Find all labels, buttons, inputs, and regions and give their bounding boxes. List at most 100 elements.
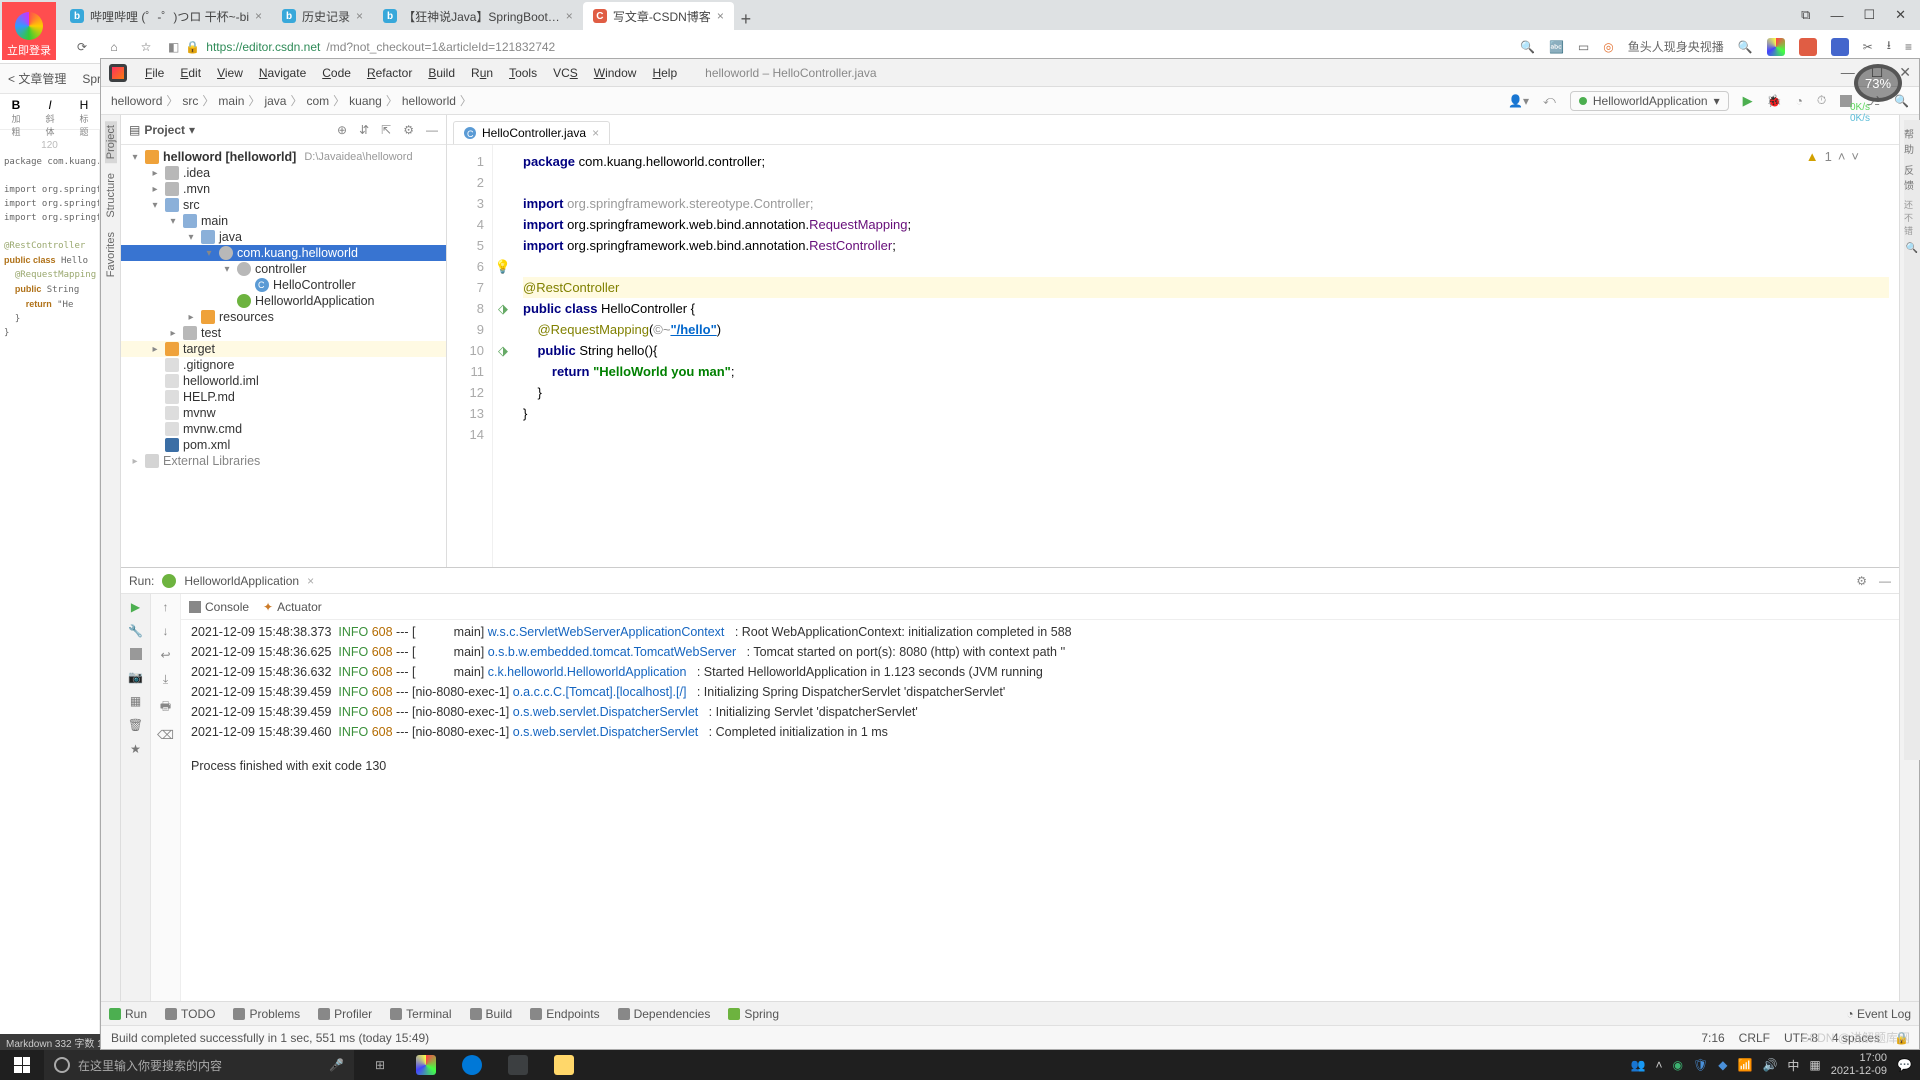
italic-button[interactable]: I斜体 <box>42 98 58 125</box>
toolwin-terminal[interactable]: Terminal <box>390 1007 451 1021</box>
scroll-icon[interactable]: ⤓ <box>163 672 168 687</box>
profiler-button[interactable]: ⏱ <box>1817 93 1826 108</box>
wrap-icon[interactable]: ↩ <box>160 648 170 662</box>
event-log[interactable]: ◔ Event Log <box>1846 1007 1911 1021</box>
add-user-icon[interactable]: 👤▾ <box>1508 94 1529 108</box>
line-sep[interactable]: CRLF <box>1739 1031 1770 1045</box>
menu-run[interactable]: Run <box>463 66 501 80</box>
rail-project[interactable]: Project <box>105 121 117 163</box>
down-icon[interactable]: ↓ <box>163 624 169 638</box>
menu-navigate[interactable]: Navigate <box>251 66 314 80</box>
toolwin-build[interactable]: Build <box>470 1007 513 1021</box>
taskbar-app[interactable] <box>404 1050 448 1080</box>
notifications-icon[interactable]: 💬 <box>1897 1058 1912 1072</box>
run-config-selector[interactable]: HelloworldApplication ▾ <box>1570 91 1729 111</box>
hide-icon[interactable]: — <box>1879 574 1891 588</box>
side-item[interactable]: 反馈 <box>1904 162 1920 192</box>
console-output[interactable]: 2021-12-09 15:48:38.373 INFO 608 --- [ m… <box>181 620 1899 1025</box>
trash-icon[interactable]: 🗑 <box>128 718 143 732</box>
heading-button[interactable]: H标题 <box>76 98 92 125</box>
up-icon[interactable]: ↑ <box>163 600 169 614</box>
url-field[interactable]: ◧ 🔒 https://editor.csdn.net/md?not_check… <box>168 40 1508 54</box>
search-icon[interactable]: 🔍 <box>1738 40 1753 54</box>
close-window-icon[interactable]: ✕ <box>1895 7 1906 23</box>
clear-icon[interactable]: ⌫ <box>157 728 174 742</box>
breadcrumb[interactable]: main <box>218 92 264 109</box>
taskbar-app[interactable] <box>496 1050 540 1080</box>
toolwin-endpoints[interactable]: Endpoints <box>530 1007 599 1021</box>
shield-icon[interactable]: 🛡 <box>1693 1058 1708 1072</box>
coverage-button[interactable]: ◔ <box>1796 94 1803 108</box>
breadcrumb[interactable]: com <box>306 92 349 109</box>
rail-structure[interactable]: Structure <box>105 169 117 222</box>
layout-icon[interactable]: ▦ <box>130 694 141 708</box>
menu-edit[interactable]: Edit <box>172 66 209 80</box>
project-view-selector[interactable]: ▤ Project ▾ <box>129 123 195 137</box>
sync-icon[interactable]: ⤺ <box>1543 93 1556 108</box>
browser-tab-0[interactable]: b哔哩哔哩 (゜-゜)つロ 干杯~-bi× <box>60 2 272 30</box>
close-icon[interactable]: × <box>356 9 363 23</box>
menu-help[interactable]: Help <box>644 66 685 80</box>
actuator-tab[interactable]: ✦Actuator <box>263 600 322 614</box>
wechat-icon[interactable]: ◉ <box>1673 1058 1683 1072</box>
people-icon[interactable]: 👥 <box>1631 1058 1646 1072</box>
run-tab[interactable]: HelloworldApplication <box>184 574 299 588</box>
volume-icon[interactable]: 🔊 <box>1762 1058 1777 1072</box>
video-icon[interactable]: ▭ <box>1578 40 1589 54</box>
toolwin-dependencies[interactable]: Dependencies <box>618 1007 711 1021</box>
breadcrumb[interactable]: helloword <box>111 92 182 109</box>
taskbar-app[interactable] <box>542 1050 586 1080</box>
game-icon[interactable] <box>1799 38 1817 56</box>
taskbar-app[interactable] <box>450 1050 494 1080</box>
browser-tab-1[interactable]: b历史记录× <box>272 2 373 30</box>
toolwin-problems[interactable]: Problems <box>233 1007 300 1021</box>
nav-implements-icon[interactable]: ⬗ <box>498 343 508 359</box>
caret-pos[interactable]: 7:16 <box>1701 1031 1724 1045</box>
breadcrumb[interactable]: src <box>182 92 218 109</box>
print-icon[interactable]: 🖶 <box>160 697 171 718</box>
wifi-icon[interactable]: 📶 <box>1738 1058 1753 1072</box>
side-item[interactable]: 帮助 <box>1904 126 1920 156</box>
maximize-icon[interactable]: ☐ <box>1863 7 1875 23</box>
menu-tools[interactable]: Tools <box>501 66 545 80</box>
mic-icon[interactable]: 🎤 <box>329 1058 344 1072</box>
security-icon[interactable]: ◆ <box>1718 1058 1727 1072</box>
reload-button[interactable]: ⟳ <box>72 40 92 54</box>
expand-icon[interactable]: ⇵ <box>359 123 369 137</box>
menu-code[interactable]: Code <box>314 66 359 80</box>
gear-icon[interactable]: ⚙ <box>403 123 414 137</box>
rerun-button[interactable]: ▶ <box>131 600 140 614</box>
cut-icon[interactable]: ✂ <box>1863 40 1873 54</box>
tab-overview-icon[interactable]: ⧉ <box>1801 7 1810 23</box>
close-icon[interactable]: × <box>566 9 573 23</box>
start-button[interactable] <box>0 1050 44 1080</box>
menu-window[interactable]: Window <box>586 66 645 80</box>
breadcrumb[interactable]: java <box>264 92 306 109</box>
menu-build[interactable]: Build <box>420 66 463 80</box>
app-tray-icon[interactable]: ▦ <box>1809 1058 1820 1072</box>
translate-icon[interactable]: 🔤 <box>1549 40 1564 54</box>
close-icon[interactable]: × <box>717 9 724 23</box>
bulb-icon[interactable]: 💡 <box>495 259 511 275</box>
chevron-down-icon[interactable]: ˅ <box>1851 149 1859 164</box>
new-tab-button[interactable]: + <box>734 9 758 30</box>
side-item[interactable]: 还不错 <box>1904 198 1920 237</box>
minimize-icon[interactable]: — <box>1830 8 1843 23</box>
menu-refactor[interactable]: Refactor <box>359 66 420 80</box>
taskbar-clock[interactable]: 17:002021-12-09 <box>1831 1052 1887 1078</box>
camera-icon[interactable]: 📷 <box>128 670 143 684</box>
bookmark-button[interactable]: ☆ <box>136 40 156 54</box>
breadcrumb[interactable]: kuang <box>349 92 402 109</box>
close-icon[interactable]: × <box>255 9 262 23</box>
download-icon[interactable]: ⭳ <box>1887 36 1891 57</box>
system-tray[interactable]: 👥 ˄ ◉ 🛡 ◆ 📶 🔊 中 ▦ 17:002021-12-09 💬 <box>1631 1052 1920 1078</box>
hide-icon[interactable]: — <box>426 123 438 137</box>
ext-icon[interactable] <box>1831 38 1849 56</box>
close-icon[interactable]: × <box>307 574 314 588</box>
ime-icon[interactable]: 中 <box>1787 1057 1799 1074</box>
perf-monitor-overlay[interactable]: 73% 0K/s 0K/s <box>1842 64 1914 124</box>
task-view-button[interactable]: ⊞ <box>358 1050 402 1080</box>
promo-text[interactable]: 鱼头人现身央视播 <box>1628 38 1724 55</box>
browser-tab-3[interactable]: C写文章-CSDN博客× <box>583 2 734 30</box>
tool-button[interactable]: 🔧 <box>128 624 143 638</box>
